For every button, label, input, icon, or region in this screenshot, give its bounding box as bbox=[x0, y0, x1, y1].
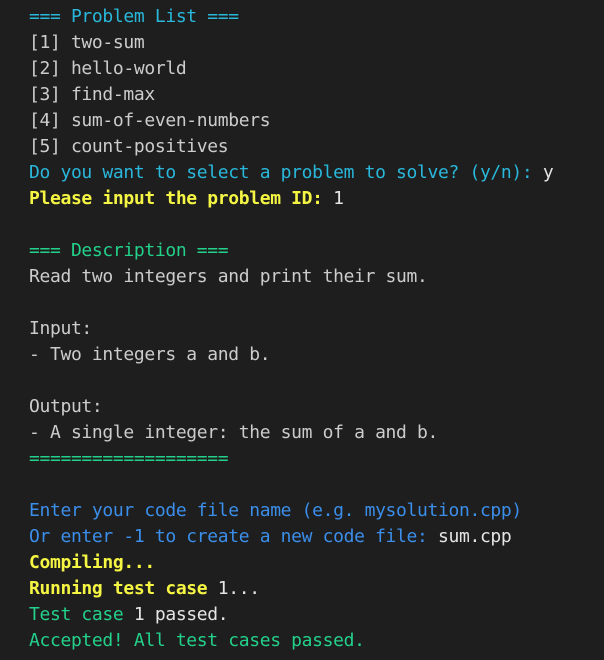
create-prompt-line: Or enter -1 to create a new code file: s… bbox=[29, 524, 604, 550]
select-prompt: Do you want to select a problem to solve… bbox=[29, 162, 543, 183]
id-prompt-line: Please input the problem ID: 1 bbox=[29, 186, 604, 212]
problem-item: [1] two-sum bbox=[29, 32, 145, 53]
select-prompt-line: Do you want to select a problem to solve… bbox=[29, 160, 604, 186]
select-answer: y bbox=[542, 162, 554, 183]
problem-item: [4] sum-of-even-numbers bbox=[29, 110, 271, 131]
problem-item: [2] hello-world bbox=[29, 58, 187, 79]
problem-item: [5] count-positives bbox=[29, 136, 229, 157]
create-answer: sum.cpp bbox=[438, 526, 512, 547]
description-footer: =================== bbox=[29, 448, 229, 469]
code-file-prompt: Enter your code file name (e.g. mysoluti… bbox=[29, 500, 522, 521]
compiling-status: Compiling... bbox=[29, 552, 155, 573]
running-suffix: 1... bbox=[217, 578, 260, 599]
input-text: - Two integers a and b. bbox=[29, 344, 271, 365]
input-label: Input: bbox=[29, 318, 92, 339]
id-answer: 1 bbox=[333, 188, 344, 209]
description-text: Read two integers and print their sum. bbox=[29, 266, 428, 287]
create-prompt: Or enter -1 to create a new code file: bbox=[29, 526, 438, 547]
accepted-message: Accepted! All test cases passed. bbox=[29, 630, 365, 651]
running-prefix: Running test case bbox=[29, 578, 218, 599]
description-header: === Description === bbox=[29, 240, 229, 261]
problem-list-header: === Problem List === bbox=[29, 6, 239, 27]
output-label: Output: bbox=[29, 396, 103, 417]
running-line: Running test case 1... bbox=[29, 576, 604, 602]
id-prompt: Please input the problem ID: bbox=[29, 188, 334, 209]
terminal-output[interactable]: === Problem List === [1] two-sum [2] hel… bbox=[0, 0, 604, 660]
test-case-line: Test case 1 passed. bbox=[29, 602, 604, 628]
test-case-prefix: Test case bbox=[29, 604, 134, 625]
problem-item: [3] find-max bbox=[29, 84, 155, 105]
test-case-suffix: 1 passed. bbox=[133, 604, 229, 625]
output-text: - A single integer: the sum of a and b. bbox=[29, 422, 438, 443]
